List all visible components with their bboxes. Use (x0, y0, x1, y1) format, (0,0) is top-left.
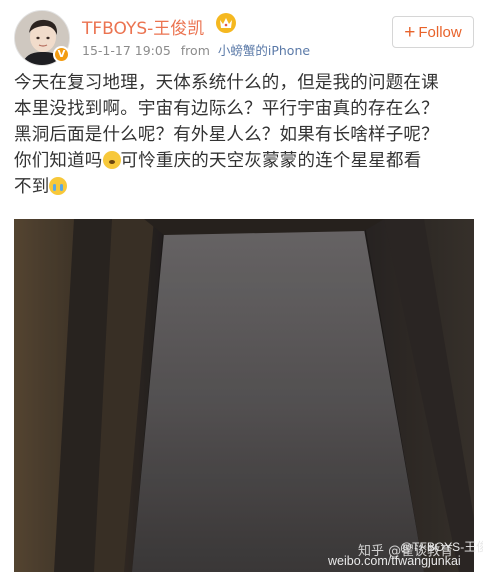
post-line: 今天在复习地理，天体系统什么的，但是我的问题在课 (14, 73, 439, 93)
crown-icon (216, 13, 236, 33)
verified-badge-icon: V (53, 46, 70, 63)
post-photo[interactable] (14, 219, 474, 572)
username[interactable]: TFBOYS-王俊凯 (82, 14, 204, 39)
plus-icon: + (404, 21, 416, 43)
post-meta: 15-1-17 19:05 from 小螃蟹的iPhone (82, 40, 310, 59)
from-label: from (180, 43, 210, 58)
post-source[interactable]: 小螃蟹的iPhone (218, 43, 310, 58)
thinking-emoji-icon (102, 151, 121, 169)
post-line: 本里没找到啊。宇宙有边际么？平行宇宙真的存在么？ (14, 99, 439, 119)
crying-emoji-icon (49, 177, 68, 195)
post-text-fragment: 可怜重庆的天空灰蒙蒙的连个星星都看 (120, 151, 422, 171)
weibo-post: V TFBOYS-王俊凯 15-1-17 19:05 from 小螃蟹的iPho… (0, 0, 483, 572)
post-line: 黑洞后面是什么呢？有外星人么？如果有长啥样子呢？ (14, 125, 439, 145)
post-line: 不到 (14, 174, 474, 200)
post-text: 今天在复习地理，天体系统什么的，但是我的问题在课 本里没找到啊。宇宙有边际么？平… (14, 70, 474, 200)
follow-label: Follow (418, 23, 462, 41)
follow-button[interactable]: + Follow (392, 16, 474, 48)
post-line: 你们知道吗 可怜重庆的天空灰蒙蒙的连个星星都看 (14, 148, 474, 174)
weibo-url-watermark: weibo.com/tfwangjunkai (328, 554, 461, 568)
post-timestamp[interactable]: 15-1-17 19:05 (82, 43, 171, 58)
post-text-fragment: 你们知道吗 (14, 151, 103, 171)
post-text-fragment: 不到 (14, 177, 50, 197)
